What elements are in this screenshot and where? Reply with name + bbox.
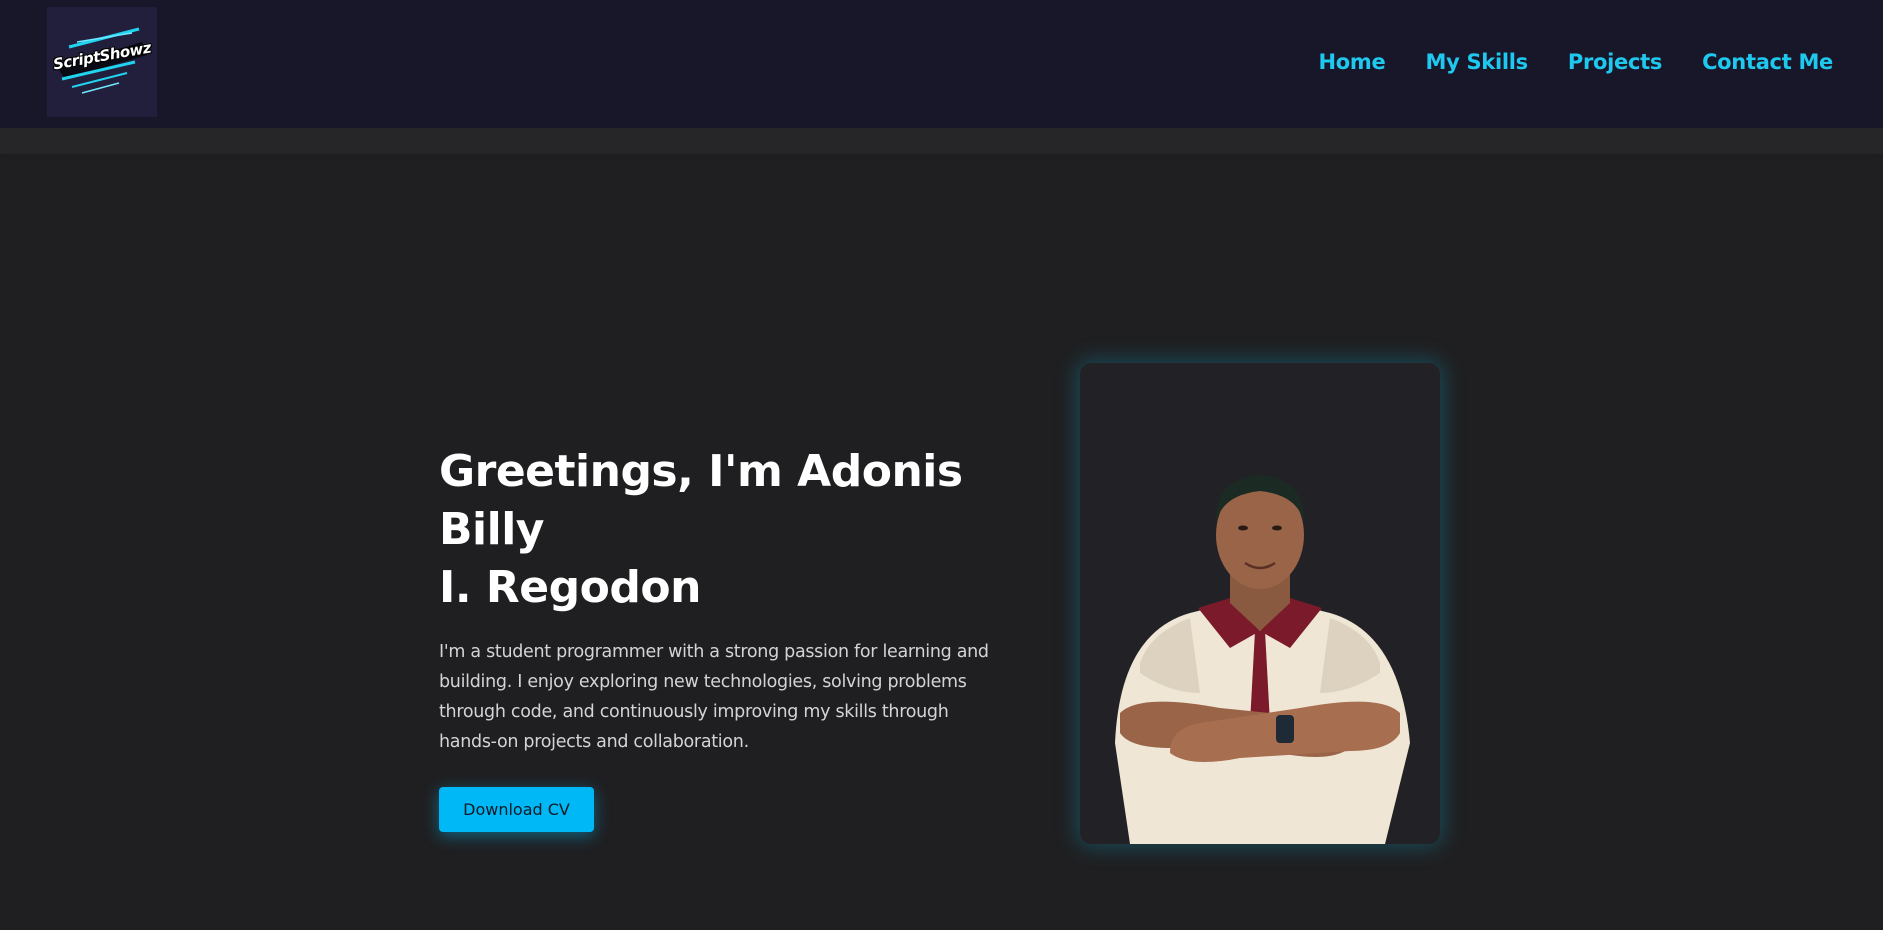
hero-title: Greetings, I'm Adonis Billy I. Regodon [439,443,1009,617]
hero-title-line1: Greetings, I'm Adonis Billy [439,446,963,555]
navbar: ScriptShowz Home My Skills Projects Cont… [0,0,1883,128]
profile-photo [1080,363,1440,844]
nav-link-contact-me[interactable]: Contact Me [1702,50,1833,74]
nav-link-projects[interactable]: Projects [1568,50,1663,74]
profile-photo-card [1080,363,1440,844]
nav-link-my-skills[interactable]: My Skills [1425,50,1528,74]
nav-menu: Home My Skills Projects Contact Me [1319,50,1834,74]
navbar-divider [0,128,1883,154]
brand-logo[interactable]: ScriptShowz [47,7,157,117]
hero-section: Greetings, I'm Adonis Billy I. Regodon I… [439,443,1009,832]
download-cv-button[interactable]: Download CV [439,787,594,832]
hero-title-line2: I. Regodon [439,562,701,613]
hero-description: I'm a student programmer with a strong p… [439,642,989,752]
nav-link-home[interactable]: Home [1319,50,1386,74]
